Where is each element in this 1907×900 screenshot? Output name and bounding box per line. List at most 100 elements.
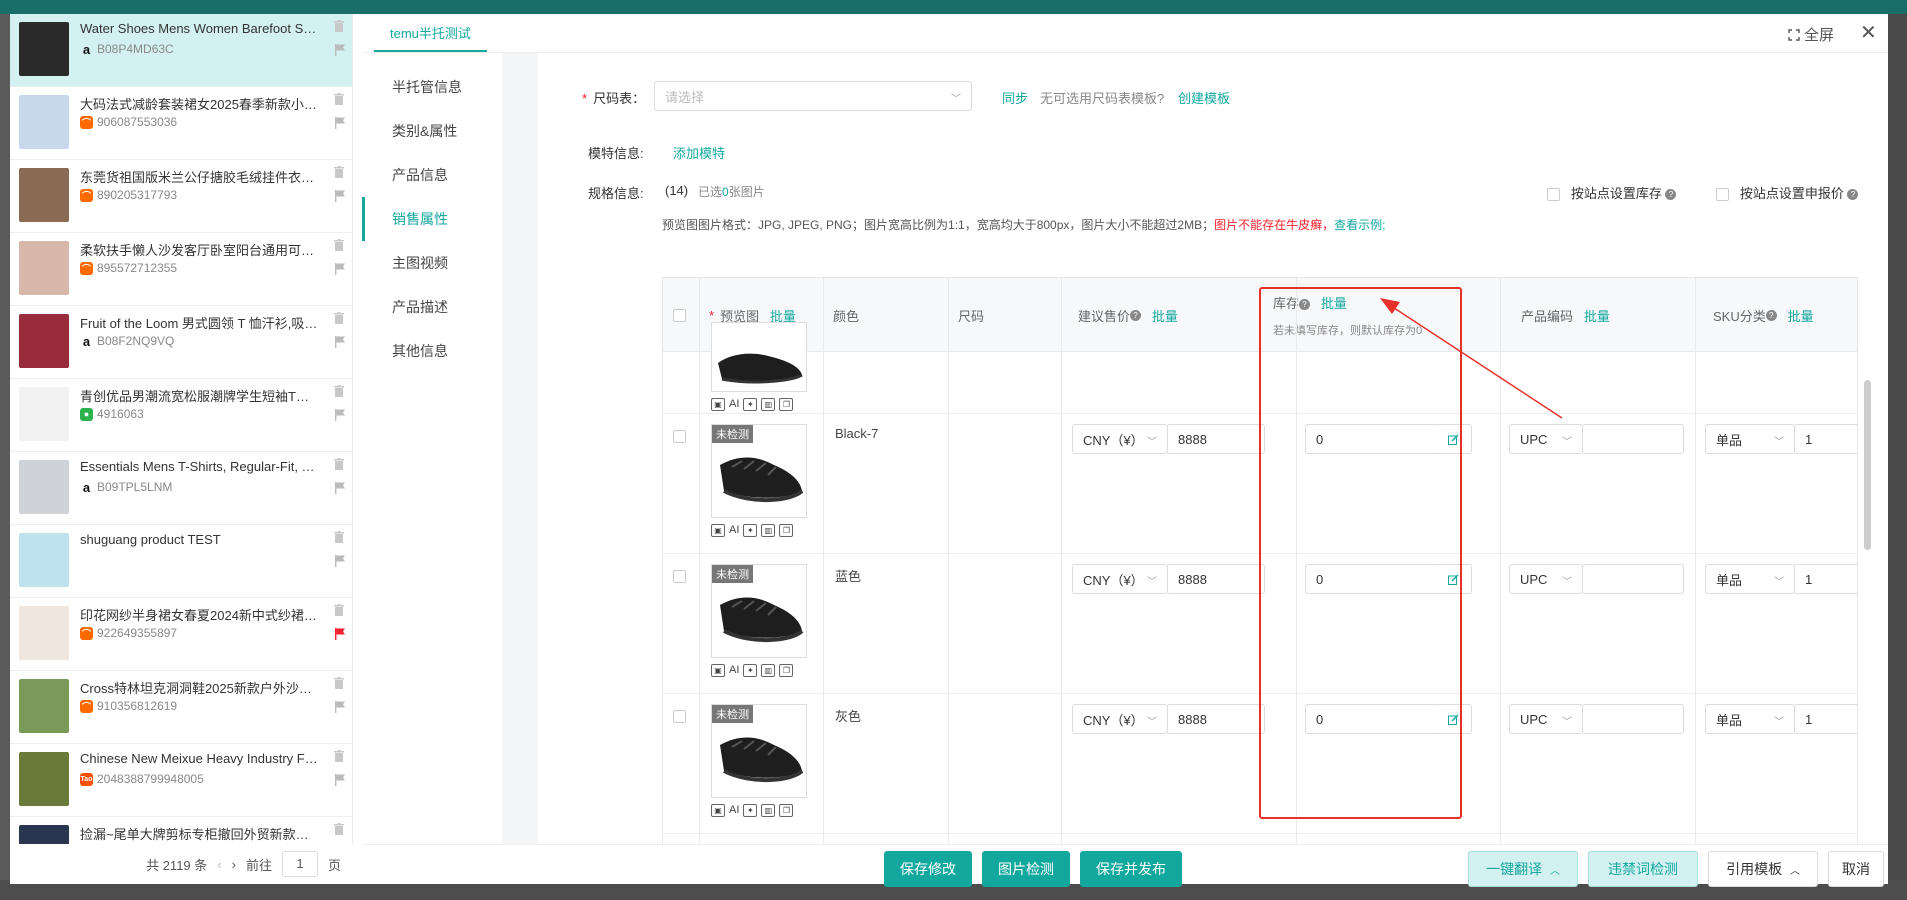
- copy-icon[interactable]: ❐: [779, 664, 794, 677]
- ai-icon[interactable]: AI: [729, 804, 739, 817]
- product-list-item[interactable]: shuguang product TEST: [10, 525, 352, 598]
- code-type-select[interactable]: UPC ﹀: [1509, 704, 1583, 734]
- product-code-input[interactable]: [1582, 564, 1684, 594]
- batch-code-link[interactable]: 批量: [1584, 306, 1610, 325]
- trash-icon[interactable]: [334, 93, 344, 105]
- sku-preview-image[interactable]: [711, 322, 807, 392]
- sku-type-select[interactable]: 单品 ﹀: [1705, 704, 1795, 734]
- nav-item[interactable]: 产品描述: [362, 285, 502, 329]
- ai-icon[interactable]: AI: [729, 398, 739, 411]
- image-edit-icon[interactable]: ▣: [711, 804, 725, 817]
- sku-quantity-input[interactable]: 1: [1794, 704, 1857, 734]
- trash-icon[interactable]: [334, 823, 344, 835]
- quote-template-button[interactable]: 引用模板 ︿: [1708, 851, 1818, 887]
- magic-wand-icon[interactable]: ✦: [743, 804, 758, 817]
- form-scrollbar[interactable]: [1864, 380, 1871, 550]
- product-list-item[interactable]: Essentials Mens T-Shirts, Regular-Fit, ……: [10, 452, 352, 525]
- product-list-item[interactable]: 东莞货祖国版米兰公仔搪胶毛绒挂件衣… ⌒ 890205317793: [10, 160, 352, 233]
- stock-edit-button[interactable]: [1436, 564, 1472, 594]
- currency-select[interactable]: CNY（¥） ﹀: [1072, 564, 1168, 594]
- save-changes-button[interactable]: 保存修改: [884, 851, 972, 887]
- trash-icon[interactable]: [334, 20, 344, 32]
- flag-icon[interactable]: [335, 117, 345, 129]
- nav-item[interactable]: 类别&属性: [362, 109, 502, 153]
- currency-select[interactable]: CNY（¥） ﹀: [1072, 424, 1168, 454]
- image-edit-icon[interactable]: ▣: [711, 398, 725, 411]
- save-publish-button[interactable]: 保存并发布: [1080, 851, 1182, 887]
- currency-select[interactable]: CNY（¥） ﹀: [1072, 704, 1168, 734]
- sku-quantity-input[interactable]: 1: [1794, 564, 1857, 594]
- price-input[interactable]: 8888: [1167, 564, 1265, 594]
- sku-type-select[interactable]: 单品 ﹀: [1705, 564, 1795, 594]
- stock-input[interactable]: 0: [1305, 424, 1437, 454]
- nav-item[interactable]: 半托管信息: [362, 65, 502, 109]
- add-model-link[interactable]: 添加模特: [673, 143, 725, 162]
- sku-preview-image[interactable]: 未检测: [711, 424, 807, 518]
- copy-icon[interactable]: ❐: [779, 804, 794, 817]
- nav-item[interactable]: 主图视频: [362, 241, 502, 285]
- copy-icon[interactable]: ❐: [779, 524, 794, 537]
- image-edit-icon[interactable]: ▣: [711, 524, 725, 537]
- trash-icon[interactable]: [334, 531, 344, 543]
- flag-icon[interactable]: [335, 190, 345, 202]
- size-chart-select[interactable]: 请选择 ﹀: [654, 81, 972, 111]
- nav-item[interactable]: 销售属性: [362, 197, 502, 241]
- trash-icon[interactable]: [334, 604, 344, 616]
- delete-icon[interactable]: ▥: [761, 804, 776, 817]
- stock-input[interactable]: 0: [1305, 704, 1437, 734]
- flag-icon[interactable]: [335, 482, 345, 494]
- close-icon[interactable]: ✕: [1860, 20, 1877, 45]
- delete-icon[interactable]: ▥: [761, 524, 776, 537]
- product-code-input[interactable]: [1582, 704, 1684, 734]
- code-type-select[interactable]: UPC ﹀: [1509, 424, 1583, 454]
- product-list-item[interactable]: 青创优品男潮流宽松服潮牌学生短袖T恤… ● 4916063: [10, 379, 352, 452]
- sku-preview-image[interactable]: 未检测: [711, 704, 807, 798]
- magic-wand-icon[interactable]: ✦: [743, 398, 758, 411]
- nav-item[interactable]: 产品信息: [362, 153, 502, 197]
- copy-icon[interactable]: ❐: [779, 398, 794, 411]
- batch-stock-link[interactable]: 批量: [1321, 296, 1347, 311]
- trash-icon[interactable]: [334, 239, 344, 251]
- flag-icon[interactable]: [335, 44, 345, 56]
- flag-icon[interactable]: [335, 555, 345, 567]
- flag-icon[interactable]: [335, 701, 345, 713]
- product-list-item[interactable]: 柔软扶手懒人沙发客厅卧室阳台通用可… ⌒ 895572712355: [10, 233, 352, 306]
- product-list-item[interactable]: Fruit of the Loom 男式圆领 T 恤汗衫,吸… a B08F2NQ…: [10, 306, 352, 379]
- tab-temu[interactable]: temu半托测试: [374, 14, 487, 52]
- product-code-input[interactable]: [1582, 424, 1684, 454]
- select-all[interactable]: [663, 278, 699, 352]
- product-list-item[interactable]: Chinese New Meixue Heavy Industry F… Tao…: [10, 744, 352, 817]
- flag-icon[interactable]: [335, 336, 345, 348]
- stock-edit-button[interactable]: [1436, 704, 1472, 734]
- delete-icon[interactable]: ▥: [761, 398, 776, 411]
- site-price-toggle[interactable]: 按站点设置申报价 ?: [1716, 183, 1859, 202]
- cancel-button[interactable]: 取消: [1828, 851, 1884, 887]
- flag-icon[interactable]: [335, 409, 345, 421]
- sku-type-select[interactable]: 单品 ﹀: [1705, 424, 1795, 454]
- batch-sku-link[interactable]: 批量: [1788, 306, 1814, 325]
- flag-icon[interactable]: [335, 263, 345, 275]
- price-input[interactable]: 8888: [1167, 704, 1265, 734]
- flag-icon[interactable]: [335, 628, 345, 640]
- trash-icon[interactable]: [334, 166, 344, 178]
- flag-icon[interactable]: [335, 774, 345, 786]
- sku-preview-image[interactable]: 未检测: [711, 564, 807, 658]
- site-price-checkbox[interactable]: [1716, 188, 1729, 202]
- row-checkbox[interactable]: [673, 570, 686, 583]
- fullscreen-button[interactable]: 全屏: [1788, 24, 1834, 45]
- nav-item[interactable]: 其他信息: [362, 329, 502, 373]
- trash-icon[interactable]: [334, 312, 344, 324]
- site-stock-toggle[interactable]: 按站点设置库存 ?: [1547, 183, 1677, 202]
- sku-quantity-input[interactable]: 1: [1794, 424, 1857, 454]
- product-list-item[interactable]: 大码法式减龄套装裙女2025春季新款小… ⌒ 906087553036: [10, 87, 352, 160]
- image-check-button[interactable]: 图片检测: [982, 851, 1070, 887]
- banned-words-check-button[interactable]: 违禁词检测: [1588, 851, 1698, 887]
- stock-edit-button[interactable]: [1436, 424, 1472, 454]
- pager-prev-icon[interactable]: ‹: [217, 857, 221, 872]
- trash-icon[interactable]: [334, 458, 344, 470]
- delete-icon[interactable]: ▥: [761, 664, 776, 677]
- trash-icon[interactable]: [334, 385, 344, 397]
- trash-icon[interactable]: [334, 677, 344, 689]
- pager-page-input[interactable]: 1: [281, 851, 318, 877]
- price-input[interactable]: 8888: [1167, 424, 1265, 454]
